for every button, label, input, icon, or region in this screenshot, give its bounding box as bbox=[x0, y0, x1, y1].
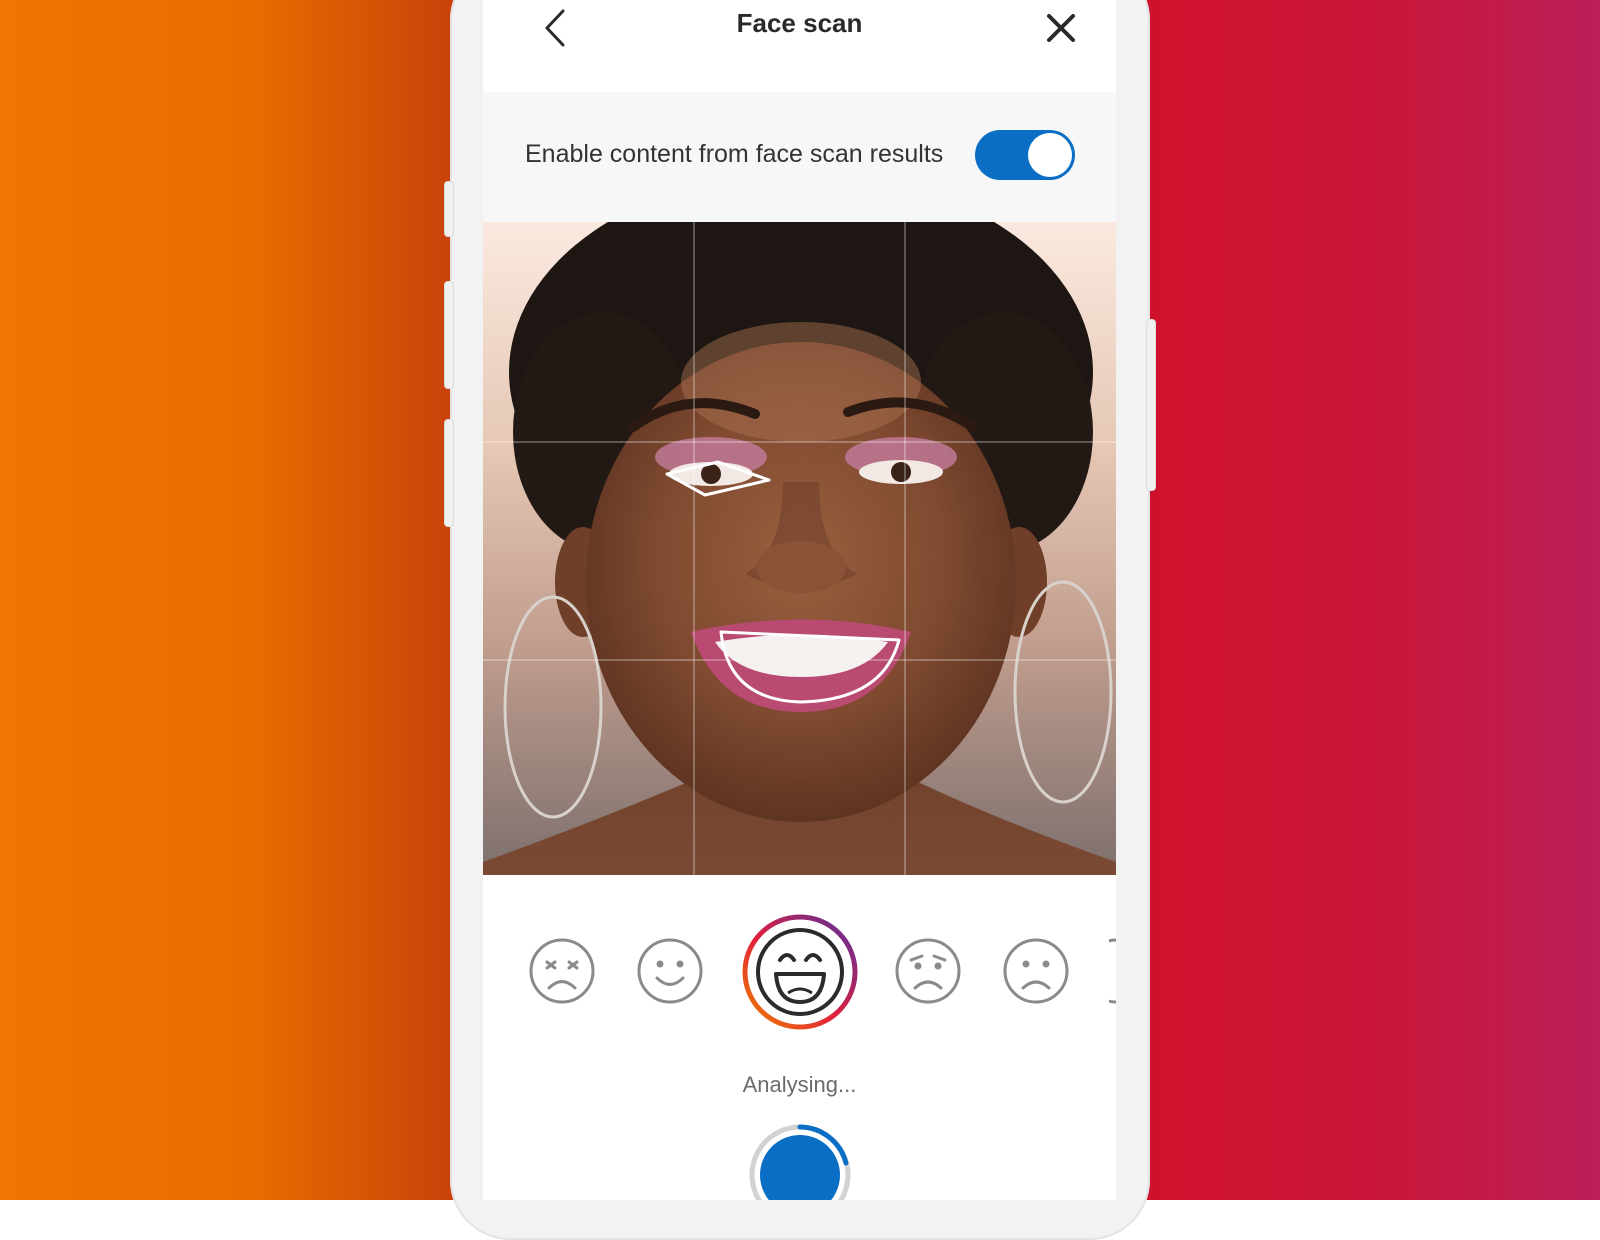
analysing-status: Analysing... bbox=[742, 1072, 857, 1097]
background-right-gradient bbox=[1140, 0, 1600, 1200]
toggle-knob bbox=[1028, 133, 1072, 177]
laughing-face-icon bbox=[742, 914, 858, 1030]
sad-face-icon[interactable] bbox=[1003, 938, 1069, 1004]
close-icon bbox=[1047, 14, 1075, 42]
capture-button[interactable] bbox=[747, 1122, 853, 1200]
close-button[interactable] bbox=[1039, 6, 1083, 50]
partial-face-icon[interactable] bbox=[1109, 938, 1116, 1004]
worried-face-icon[interactable] bbox=[895, 938, 961, 1004]
face-photo bbox=[483, 222, 1116, 875]
app-screen: Face scan Enable content from face scan … bbox=[483, 0, 1116, 1200]
background-left-gradient bbox=[0, 0, 460, 1200]
phone-power-button bbox=[1147, 320, 1155, 490]
toggle-label: Enable content from face scan results bbox=[525, 140, 944, 168]
face-scan-content-setting: Enable content from face scan results bbox=[483, 92, 1116, 222]
laughing-face-button[interactable] bbox=[742, 914, 858, 1030]
phone-volume-down-button bbox=[445, 420, 453, 526]
face-scan-camera-view bbox=[483, 222, 1116, 875]
smile-face-icon[interactable] bbox=[637, 938, 703, 1004]
header-bar: Face scan bbox=[483, 0, 1116, 92]
phone-mute-switch bbox=[445, 182, 453, 236]
enable-content-toggle[interactable] bbox=[975, 130, 1075, 180]
phone-volume-up-button bbox=[445, 282, 453, 388]
angry-face-icon[interactable] bbox=[529, 938, 595, 1004]
page-title: Face scan bbox=[736, 8, 863, 38]
